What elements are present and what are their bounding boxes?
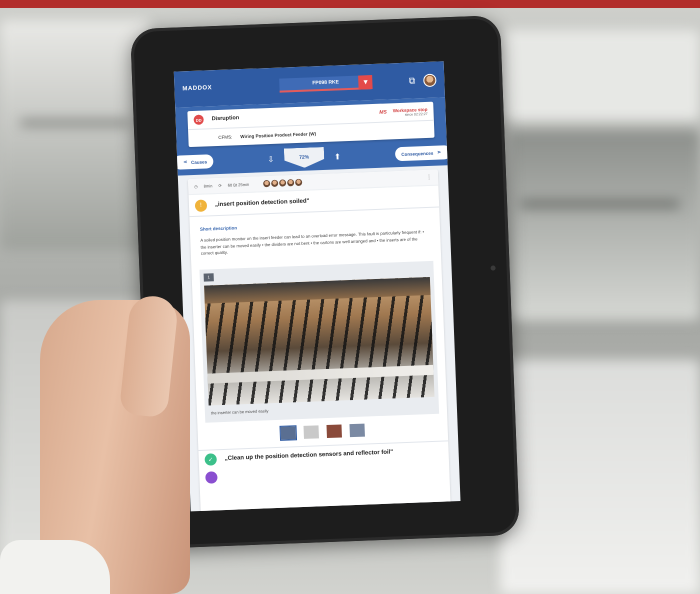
refresh-text: 60 Bt 25min: [227, 181, 250, 188]
inserter-photo[interactable]: [204, 276, 435, 406]
background-rail-left: [20, 120, 130, 126]
duration-text: 8min: [203, 183, 213, 189]
cause-detail-card: ◷ 8min ⟳ 60 Bt 25min ⋮ ! „insert positio…: [187, 169, 451, 512]
background-rail: [520, 200, 680, 208]
tablet-screen: MADDOX FP098 RKE ▼ ⧉ DD Disruption MS Wo…: [173, 61, 461, 512]
photo-machine-top: [204, 276, 431, 304]
participant-avatar: [262, 180, 271, 188]
arrow-down-icon[interactable]: ⇩: [267, 154, 274, 163]
thumbnail[interactable]: [303, 424, 319, 439]
progress-nav: ⇩ 72% ⬆: [267, 146, 341, 169]
background-machine-right: [510, 130, 700, 320]
participants[interactable]: [262, 178, 303, 188]
down-arrow-flag-icon[interactable]: ▼: [358, 75, 373, 90]
photo-number: 1: [203, 272, 214, 282]
consequences-button[interactable]: Consequences ⋗: [395, 145, 452, 162]
participant-avatar: [294, 178, 303, 187]
disruption-badge: DD: [193, 114, 204, 125]
background-red-strip: [0, 0, 700, 8]
share-icon: ⋗: [437, 149, 442, 155]
arrow-up-icon[interactable]: ⬆: [334, 152, 341, 161]
cause-warning-icon: !: [194, 198, 208, 212]
cause-title: „insert position detection soiled": [214, 198, 310, 208]
order-selector[interactable]: FP098 RKE ▼: [279, 75, 373, 93]
background-floor-right: [500, 360, 700, 594]
progress-percent: 72%: [284, 147, 325, 169]
next-measure-icon: [205, 470, 218, 484]
participant-avatar: [270, 179, 279, 187]
brand-logo: MADDOX: [182, 85, 213, 93]
measure-title: „Clean up the position detection sensors…: [224, 449, 394, 462]
order-number: FP098 RKE: [312, 79, 340, 87]
photo-panel: 1 the inserter can be moved easily: [199, 260, 440, 423]
disruption-band: DD Disruption MS Workspace stop since 02…: [173, 97, 452, 176]
participant-avatar: [286, 179, 295, 187]
order-selector-wrap: FP098 RKE ▼: [242, 74, 409, 94]
cfms-value: Wiring Position Product Feeder (W): [240, 130, 317, 139]
cfms-label: CFMS:: [218, 133, 233, 140]
lightbulb-icon: ✓: [204, 453, 217, 466]
white-sleeve: [0, 540, 110, 594]
header-actions: ⧉: [409, 73, 437, 87]
share-icon: ⋖: [183, 159, 188, 165]
thumbnail[interactable]: [349, 423, 365, 437]
workspace-logo: MS: [379, 109, 387, 116]
thumbnail[interactable]: [326, 423, 342, 438]
tablet-camera: [490, 265, 496, 271]
background-machine-left: [0, 20, 150, 250]
screen-share-icon[interactable]: ⧉: [409, 75, 416, 86]
refresh-icon: ⟳: [218, 182, 222, 189]
disruption-card[interactable]: DD Disruption MS Workspace stop since 02…: [187, 101, 435, 148]
photo-machine-bar: [207, 364, 434, 384]
disruption-title: Disruption: [211, 115, 240, 123]
background-light-panel: [500, 30, 700, 120]
causes-label: Causes: [190, 158, 208, 165]
participant-avatar: [278, 179, 287, 187]
user-avatar[interactable]: [423, 73, 437, 87]
clock-icon: ◷: [194, 183, 198, 189]
more-options-icon[interactable]: ⋮: [426, 174, 432, 181]
causes-button[interactable]: ⋖ Causes: [173, 154, 214, 170]
consequences-label: Consequences: [401, 150, 434, 157]
thumbnail[interactable]: [279, 424, 298, 441]
cause-navigation: ⋖ Causes ⇩ 72% ⬆ Consequences ⋗: [173, 141, 452, 173]
workspace-status: Workspace stop since 02:22:27: [393, 106, 428, 116]
